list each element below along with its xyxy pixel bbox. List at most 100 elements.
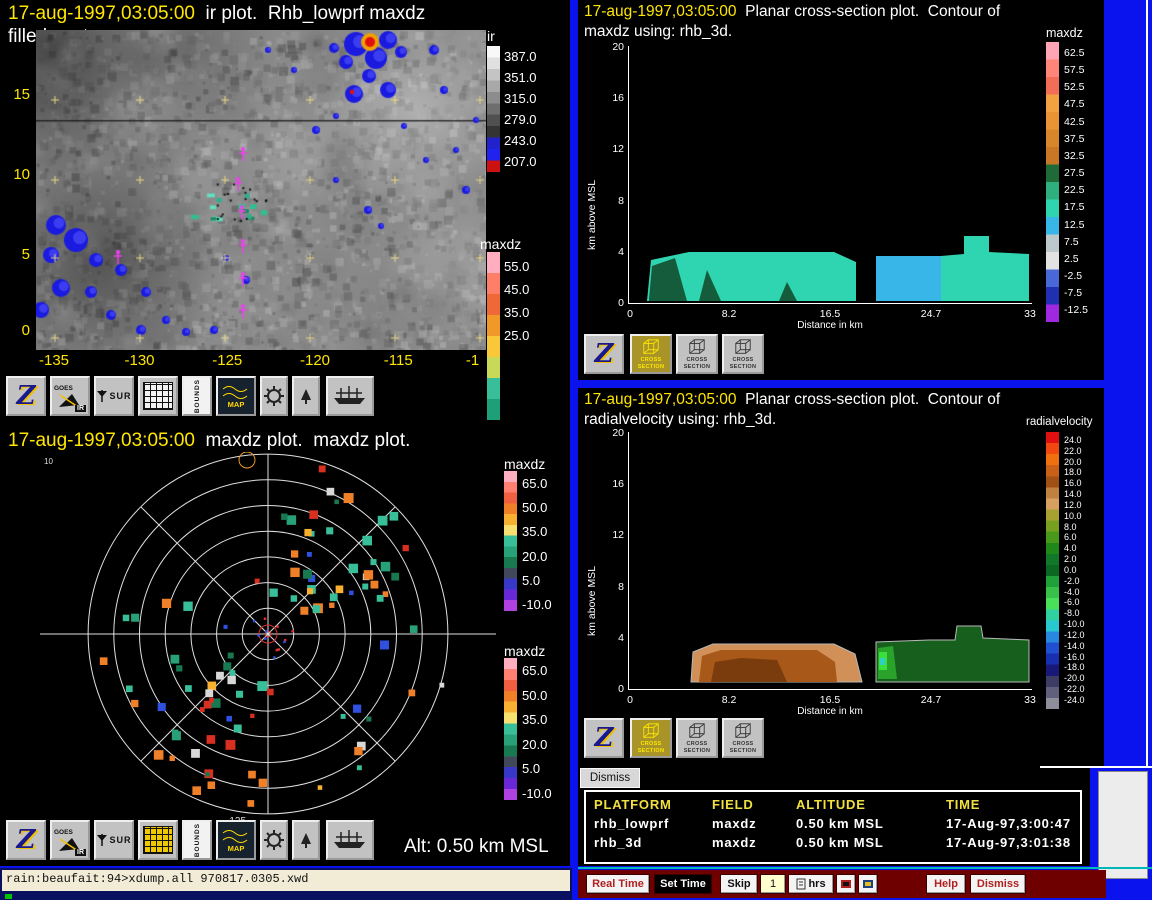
x-tick-label: 24.7 — [921, 308, 941, 320]
grid-button-selected[interactable] — [138, 820, 178, 860]
ppi-title: 17-aug-1997,03:05:00 maxdz plot. maxdz p… — [8, 430, 410, 452]
map-contours-icon — [221, 383, 251, 401]
info-dismiss-button[interactable]: Dismiss — [580, 768, 640, 788]
ppi-colorbar1 — [504, 471, 517, 611]
map-contours-icon — [221, 827, 251, 845]
y-tick-label: 20 — [612, 41, 624, 53]
terminal-text[interactable]: rain:beaufait:94>xdump.all 970817.0305.x… — [2, 870, 570, 891]
x-tick-label: 24.7 — [921, 694, 941, 706]
radar-ppi-display[interactable] — [40, 452, 496, 815]
colorbar-tick: -20.0 — [1064, 674, 1100, 683]
ppi-time: 17-aug-1997,03:05:00 — [8, 430, 195, 451]
xsect-maxdz-time: 17-aug-1997,03:05:00 — [584, 3, 737, 20]
ship-icon — [332, 384, 368, 408]
help-button[interactable]: Help — [926, 874, 966, 894]
xsect-rv-yticks: 201612840 — [600, 427, 624, 695]
colorbar-tick: 17.5 — [1064, 202, 1100, 213]
step-forward-button[interactable] — [858, 874, 878, 894]
goes-ir-button[interactable]: GOES IR — [50, 820, 90, 860]
colorbar-tick: 65.0 — [522, 664, 566, 677]
y-tick-label: 20 — [612, 427, 624, 439]
ship-button[interactable] — [326, 820, 374, 860]
y-tick-label: 8 — [618, 195, 624, 207]
colorbar-tick: -18.0 — [1064, 663, 1100, 672]
ir-plot-title: 17-aug-1997,03:05:00 ir plot. Rhb_lowprf… — [8, 3, 425, 25]
ppi-top-label: 10 — [44, 457, 53, 466]
colorbar-tick: 7.5 — [1064, 237, 1100, 248]
x-tick-label: 16.5 — [820, 694, 840, 706]
hrs-button[interactable]: hrs — [788, 874, 834, 894]
x-tick-label: -120 — [300, 352, 330, 369]
colorbar-tick: 243.0 — [504, 134, 548, 147]
beacon-button[interactable] — [292, 820, 320, 860]
colorbar-tick: 207.0 — [504, 155, 548, 168]
x-tick-label: 8.2 — [722, 308, 737, 320]
ppi-colorbar2-label: maxdz — [504, 643, 545, 659]
step-back-button[interactable] — [836, 874, 856, 894]
colorbar-tick: 8.0 — [1064, 523, 1100, 532]
colorbar-tick: 10.0 — [1064, 512, 1100, 521]
step-forward-icon — [862, 878, 874, 890]
xsect-maxdz-plot[interactable] — [628, 46, 1032, 304]
cross-section-button-1-selected[interactable]: CROSSSECTION — [630, 718, 672, 758]
zeb-radar-display: 17-aug-1997,03:05:00 ir plot. Rhb_lowprf… — [0, 0, 1152, 900]
colorbar-tick: -12.0 — [1064, 631, 1100, 640]
zeb-logo-button[interactable]: Z — [584, 718, 624, 758]
gear-button[interactable] — [260, 820, 288, 860]
ship-button[interactable] — [326, 376, 374, 416]
antenna-icon — [96, 388, 109, 404]
colorbar-tick: 2.0 — [1064, 555, 1100, 564]
cross-section-button-3[interactable]: CROSSSECTION — [722, 718, 764, 758]
zeb-logo-button[interactable]: Z — [6, 820, 46, 860]
y-tick-label: 16 — [612, 478, 624, 490]
x-tick-label: -135 — [39, 352, 69, 369]
table-row: rhb_3d maxdz 0.50 km MSL 17-Aug-97,3:01:… — [594, 835, 1072, 850]
colorbar-tick: 65.0 — [522, 477, 566, 490]
colorbar-tick: 279.0 — [504, 113, 548, 126]
satellite-image[interactable] — [36, 30, 486, 350]
bounds-button[interactable]: BOUNDS — [182, 820, 212, 860]
colorbar-tick: -22.0 — [1064, 685, 1100, 694]
skip-button[interactable]: Skip — [720, 874, 758, 894]
altitude-readout: Alt: 0.50 km MSL — [404, 836, 549, 858]
cross-section-button-1-selected[interactable]: CROSSSECTION — [630, 334, 672, 374]
xsect-maxdz-title-line2: maxdz using: rhb_3d. — [584, 23, 732, 41]
cross-section-button-3[interactable]: CROSSSECTION — [722, 334, 764, 374]
beacon-button[interactable] — [292, 376, 320, 416]
skip-value-field[interactable]: 1 — [760, 874, 786, 894]
scrollbar[interactable] — [1098, 771, 1148, 879]
table-body: rhb_lowprf maxdz 0.50 km MSL 17-Aug-97,3… — [594, 816, 1072, 850]
xsect-rv-plot[interactable] — [628, 432, 1032, 690]
y-tick-label: 12 — [612, 143, 624, 155]
colorbar-tick: 5.0 — [522, 574, 566, 587]
table-header-row: PLATFORM FIELD ALTITUDE TIME — [594, 797, 1072, 812]
x-tick-label: -115 — [384, 352, 413, 369]
real-time-button[interactable]: Real Time — [586, 874, 650, 894]
zeb-logo-button[interactable]: Z — [6, 376, 46, 416]
grid-button[interactable] — [138, 376, 178, 416]
colorbar-tick: 5.0 — [522, 762, 566, 775]
surveillance-button[interactable]: SUR — [94, 376, 134, 416]
ppi-colorbar1-ticks: 65.050.035.020.05.0-10.0 — [522, 477, 566, 611]
xsect-rv-xlabel: Distance in km — [628, 706, 1032, 717]
set-time-button[interactable]: Set Time — [654, 874, 712, 894]
colorbar-tick: 16.0 — [1064, 479, 1100, 488]
colorbar-tick: -8.0 — [1064, 609, 1100, 618]
panel-xsect-maxdz: 17-aug-1997,03:05:00 Planar cross-sectio… — [578, 0, 1104, 380]
zeb-logo-button[interactable]: Z — [584, 334, 624, 374]
grid-icon — [143, 382, 173, 410]
zeb-logo: Z — [17, 827, 36, 853]
xsect-rv-colorbar-ticks: 24.022.020.018.016.014.012.010.08.06.04.… — [1064, 436, 1100, 705]
map-button[interactable]: MAP — [216, 376, 256, 416]
y-tick-label: 5 — [22, 246, 30, 263]
colorbar-tick: 35.0 — [522, 713, 566, 726]
gear-button[interactable] — [260, 376, 288, 416]
bounds-button[interactable]: BOUNDS — [182, 376, 212, 416]
goes-ir-button[interactable]: GOES IR — [50, 376, 90, 416]
timebar-dismiss-button[interactable]: Dismiss — [970, 874, 1026, 894]
cross-section-button-2[interactable]: CROSSSECTION — [676, 718, 718, 758]
surveillance-button[interactable]: SUR — [94, 820, 134, 860]
cross-section-button-2[interactable]: CROSSSECTION — [676, 334, 718, 374]
beacon-icon — [298, 387, 314, 405]
map-button[interactable]: MAP — [216, 820, 256, 860]
